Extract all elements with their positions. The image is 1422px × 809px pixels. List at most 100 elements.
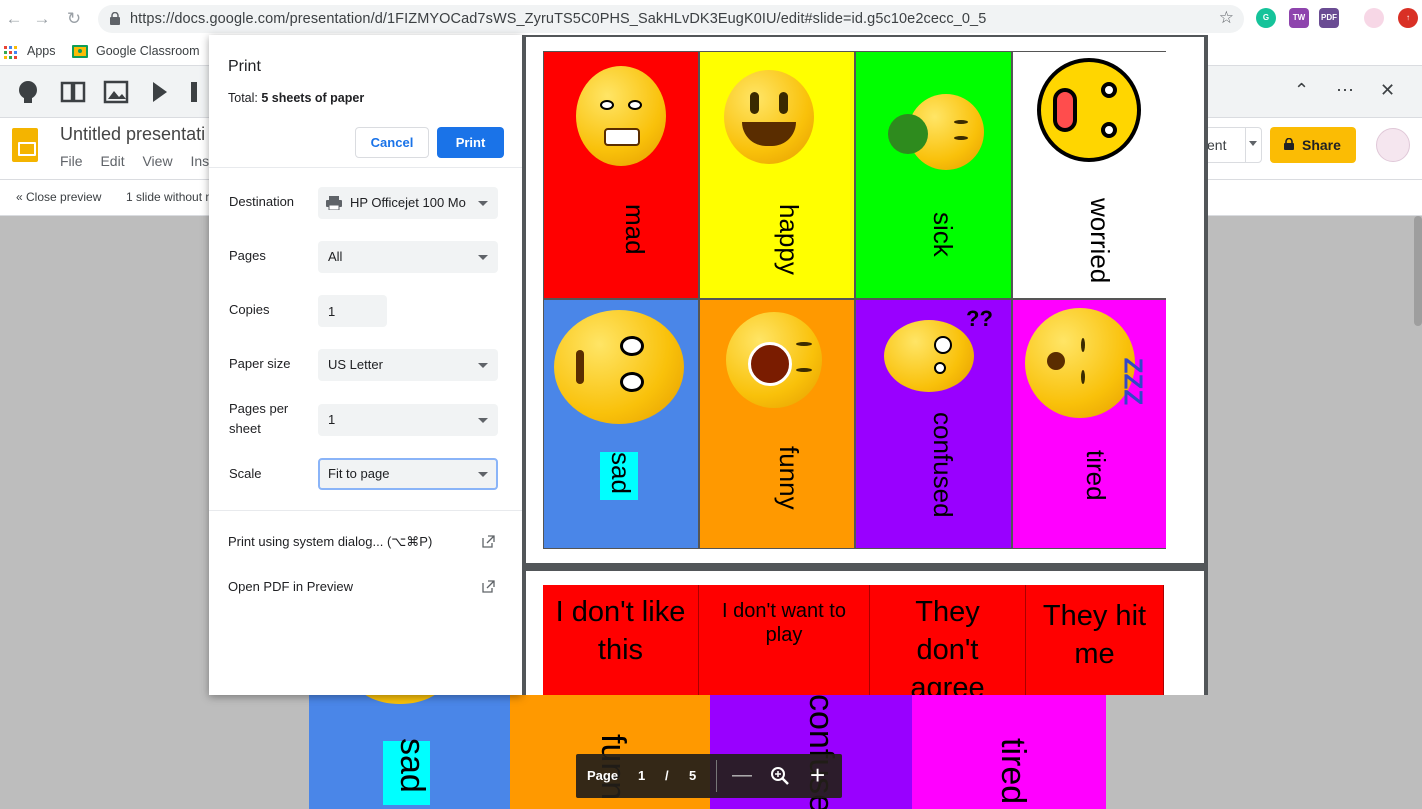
book-icon[interactable] (60, 78, 88, 106)
pdf-extension-icon[interactable]: PDF (1319, 8, 1339, 28)
play-icon[interactable] (146, 78, 174, 106)
page-controls: Page 1 / 5 — + (576, 754, 842, 798)
background-card-label: sad (393, 738, 431, 793)
card-label: mad (620, 204, 650, 255)
slides-logo-icon[interactable] (12, 128, 38, 162)
card-label: worried (1085, 198, 1115, 284)
preview-page-2: I don't like this I don't want to play T… (526, 571, 1204, 695)
card-text-line: They (915, 596, 980, 628)
print-preview[interactable]: mad happy sick worried sad funny ?? conf… (522, 35, 1208, 695)
total-value: 5 sheets of paper (261, 91, 365, 105)
preview-page-1: mad happy sick worried sad funny ?? conf… (526, 37, 1204, 563)
scale-select[interactable]: Fit to page (318, 458, 498, 490)
document-title[interactable]: Untitled presentati (60, 124, 205, 145)
menu-view[interactable]: View (142, 153, 172, 169)
open-external-icon[interactable] (482, 580, 495, 593)
grammarly-extension-icon[interactable]: G (1256, 8, 1276, 28)
question-marks-icon: ?? (966, 306, 993, 331)
print-dialog: Print Total: 5 sheets of paper Cancel Pr… (209, 35, 522, 695)
card-label: confused (928, 412, 958, 518)
close-preview-link[interactable]: « Close preview (16, 190, 101, 204)
scale-label: Scale (229, 466, 262, 481)
chevron-down-icon (478, 418, 488, 423)
preview-info: 1 slide without n (126, 190, 213, 204)
card-sick: sick (855, 51, 1012, 299)
card-text-line: agree (910, 672, 985, 695)
zoom-out-icon[interactable]: — (732, 764, 752, 787)
happy-face-icon (724, 70, 814, 164)
page-total: 5 (689, 768, 697, 783)
card-tired: ZZZ tired (1012, 299, 1166, 549)
copies-input[interactable] (318, 295, 387, 327)
reload-icon[interactable]: ↻ (64, 9, 84, 29)
card-happy: happy (699, 51, 855, 299)
more-dots-icon[interactable]: ⋯ (1336, 80, 1354, 101)
card-text-line: don't (916, 634, 979, 666)
confused-face-icon (884, 320, 974, 392)
update-alert-icon[interactable]: ↑ (1398, 8, 1418, 28)
card-label: sick (928, 212, 958, 257)
zoom-fit-icon[interactable] (770, 766, 790, 786)
bookmark-star-icon[interactable]: ☆ (1219, 8, 1234, 28)
laughing-face-icon (726, 312, 822, 408)
background-card-label: tired (994, 738, 1032, 805)
close-icon[interactable]: ✕ (1380, 80, 1395, 101)
card-dont-agree: They don't agree (870, 585, 1026, 695)
system-dialog-link[interactable]: Print using system dialog... (⌥⌘P) (228, 534, 432, 550)
pages-per-sheet-select[interactable]: 1 (318, 404, 498, 436)
menu-file[interactable]: File (60, 153, 83, 169)
card-sad: sad (543, 299, 699, 549)
pages-per-sheet-label: Pages per sheet (229, 399, 288, 439)
pages-select[interactable]: All (318, 241, 498, 273)
google-classroom-icon (72, 45, 88, 58)
divider (716, 760, 717, 792)
bookmark-apps[interactable]: Apps (27, 44, 56, 58)
card-text-line: play (765, 624, 803, 646)
card-text-line: I don't like (555, 596, 686, 628)
total-prefix: Total: (228, 91, 258, 105)
back-arrow-icon[interactable]: ← (4, 9, 24, 29)
crying-face-icon (554, 310, 684, 424)
zoom-in-icon[interactable]: + (810, 760, 825, 791)
destination-label: Destination (229, 194, 295, 209)
background-card-sad: sad (309, 694, 510, 809)
share-button[interactable]: Share (1270, 127, 1356, 163)
profile-unicorn-icon[interactable] (1364, 8, 1384, 28)
address-bar[interactable]: https://docs.google.com/presentation/d/1… (98, 5, 1244, 33)
page-current[interactable]: 1 (638, 768, 645, 783)
open-pdf-link[interactable]: Open PDF in Preview (228, 579, 353, 594)
paper-size-value: US Letter (328, 357, 383, 372)
destination-select[interactable]: HP Officejet 100 Mo (318, 187, 498, 219)
card-text-line: me (1074, 638, 1115, 670)
card-dont-want-to-play: I don't want to play (699, 585, 870, 695)
image-icon[interactable] (102, 78, 130, 106)
paper-size-select[interactable]: US Letter (318, 349, 498, 381)
lightbulb-head-icon[interactable] (16, 78, 44, 106)
chevron-up-icon[interactable]: ⌃ (1294, 80, 1309, 101)
bookmark-google-classroom[interactable]: Google Classroom (96, 44, 200, 58)
angry-face-icon (576, 66, 666, 166)
share-label: Share (1302, 137, 1341, 153)
card-worried: worried (1012, 51, 1166, 299)
vertical-scrollbar[interactable] (1414, 216, 1422, 326)
print-button[interactable]: Print (437, 127, 504, 158)
chevron-down-icon (478, 201, 488, 206)
cancel-button[interactable]: Cancel (355, 127, 429, 158)
chevron-down-icon[interactable] (1249, 141, 1257, 146)
open-external-icon[interactable] (482, 535, 495, 548)
url-text[interactable]: https://docs.google.com/presentation/d/1… (130, 11, 986, 27)
card-confused: ?? confused (855, 299, 1012, 549)
avatar[interactable] (1376, 128, 1410, 162)
divider (209, 510, 522, 511)
zzz-icon: ZZZ (1118, 357, 1149, 406)
chevron-down-icon (478, 363, 488, 368)
pages-value: All (328, 249, 343, 264)
paper-size-label: Paper size (229, 356, 291, 371)
copies-label: Copies (229, 302, 270, 317)
card-mad: mad (543, 51, 699, 299)
puzzle-extension-icon[interactable]: TW (1289, 8, 1309, 28)
apps-grid-icon[interactable] (4, 46, 17, 59)
forward-arrow-icon[interactable]: → (32, 9, 52, 29)
present-label: ent (1207, 137, 1227, 153)
menu-edit[interactable]: Edit (100, 153, 124, 169)
